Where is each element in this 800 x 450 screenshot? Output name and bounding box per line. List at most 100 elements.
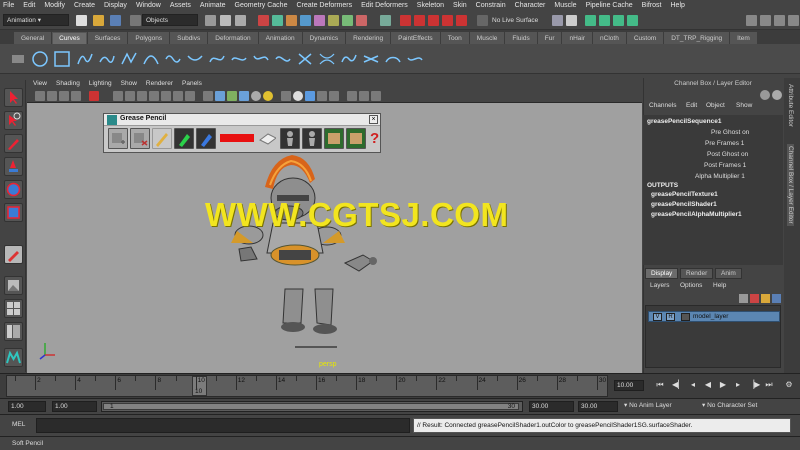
- make-live-icon[interactable]: [456, 15, 467, 26]
- hypershade-icon[interactable]: [627, 15, 638, 26]
- tab-anim[interactable]: Anim: [715, 268, 742, 279]
- shelf-tab-deformation[interactable]: Deformation: [208, 32, 258, 44]
- tool-settings-toggle-icon[interactable]: [774, 15, 785, 26]
- eraser-tool-icon[interactable]: [258, 128, 278, 149]
- step-forward-key-icon[interactable]: ▸: [733, 380, 743, 390]
- new-layer-icon[interactable]: [761, 294, 770, 303]
- safe-action-icon[interactable]: [173, 91, 183, 101]
- single-perspective-layout-icon[interactable]: [4, 276, 23, 295]
- cb-attr[interactable]: Post Frames 1: [704, 162, 746, 169]
- cb-menu-edit[interactable]: Edit: [686, 102, 697, 109]
- nurbs-square-icon[interactable]: [53, 50, 71, 68]
- shelf-tab-fluids[interactable]: Fluids: [505, 32, 537, 44]
- grease-pencil-toolbar-icon[interactable]: [89, 91, 99, 101]
- viewport-menu-panels[interactable]: Panels: [182, 80, 202, 87]
- selection-mask-icon[interactable]: [130, 15, 141, 26]
- shelf-tab-animation[interactable]: Animation: [258, 32, 302, 44]
- cb-output-node[interactable]: greasePencilTexture1: [651, 191, 718, 198]
- playback-end-field[interactable]: 30.00: [529, 401, 574, 412]
- lasso-tool-icon[interactable]: [4, 111, 23, 130]
- menu-animate[interactable]: Animate: [200, 2, 226, 9]
- reverse-curve-icon[interactable]: [274, 50, 292, 68]
- channel-box-tab[interactable]: Channel Box / Layer Editor: [787, 144, 794, 226]
- play-forwards-icon[interactable]: ▶: [718, 380, 728, 390]
- viewport-menu-show[interactable]: Show: [121, 80, 137, 87]
- shelf-tab-muscle[interactable]: Muscle: [469, 32, 505, 44]
- step-back-frame-icon[interactable]: ◀▏: [672, 380, 684, 390]
- textured-icon[interactable]: [239, 91, 249, 101]
- menu-edit-deformers[interactable]: Edit Deformers: [361, 2, 408, 9]
- shelf-tab-rendering[interactable]: Rendering: [346, 32, 391, 44]
- intersect-curve-icon[interactable]: [362, 50, 380, 68]
- attribute-editor-toggle-icon[interactable]: [760, 15, 771, 26]
- range-slider-track[interactable]: 1 30: [101, 401, 523, 412]
- gate-mask-icon[interactable]: [149, 91, 159, 101]
- menu-file[interactable]: File: [3, 2, 14, 9]
- delete-frame-icon[interactable]: [130, 128, 150, 149]
- menu-modify[interactable]: Modify: [44, 2, 65, 9]
- image-plane-icon[interactable]: [71, 91, 81, 101]
- play-backwards-icon[interactable]: ◀: [703, 380, 713, 390]
- arc-tool-icon[interactable]: [142, 50, 160, 68]
- use-all-lights-icon[interactable]: [251, 91, 261, 101]
- modeling-toolkit-icon[interactable]: [746, 15, 757, 26]
- field-chart-icon[interactable]: [161, 91, 171, 101]
- range-slider-handle[interactable]: 1 30: [103, 403, 519, 410]
- anim-layer-dropdown[interactable]: ▾ No Anim Layer: [622, 401, 702, 412]
- select-by-misc-icon[interactable]: [356, 15, 367, 26]
- le-menu-help[interactable]: Help: [713, 282, 726, 289]
- anti-aliasing-icon[interactable]: [317, 91, 327, 101]
- ep-curve-tool-icon[interactable]: [98, 50, 116, 68]
- open-scene-icon[interactable]: [93, 15, 104, 26]
- ghost-next-icon[interactable]: [302, 128, 322, 149]
- resolution-gate-icon[interactable]: [137, 91, 147, 101]
- soft-pencil-tool-icon[interactable]: [4, 245, 23, 264]
- shadows-icon[interactable]: [263, 91, 273, 101]
- cb-output-node[interactable]: greasePencilShader1: [651, 201, 717, 208]
- import-snapshot-icon[interactable]: [324, 128, 344, 149]
- viewport-menu-view[interactable]: View: [33, 80, 47, 87]
- cb-node-name[interactable]: greasePencilSequence1: [647, 118, 721, 125]
- le-menu-layers[interactable]: Layers: [650, 282, 670, 289]
- current-time-field[interactable]: 10.00: [614, 380, 644, 391]
- select-camera-icon[interactable]: [35, 91, 45, 101]
- menu-create[interactable]: Create: [74, 2, 95, 9]
- cb-attr[interactable]: Pre Ghost on: [711, 129, 749, 136]
- cb-menu-show[interactable]: Show: [736, 102, 752, 109]
- shelf-tab-painteffects[interactable]: PaintEffects: [391, 32, 440, 44]
- soft-pencil-button-icon[interactable]: [196, 128, 216, 149]
- command-language-label[interactable]: MEL: [12, 421, 25, 428]
- isolate-select-icon[interactable]: [347, 91, 357, 101]
- panel-help-icon[interactable]: [772, 90, 782, 100]
- help-icon[interactable]: ?: [368, 128, 380, 149]
- menu-create-deformers[interactable]: Create Deformers: [296, 2, 352, 9]
- viewport-menu-lighting[interactable]: Lighting: [89, 80, 112, 87]
- object-mode-icon[interactable]: [220, 15, 231, 26]
- curve-edit-tool-icon[interactable]: [406, 50, 424, 68]
- time-slider-track[interactable]: 10 2 4 6 8 10 12 14 16 18 20 22 24 26 28 30: [6, 375, 608, 397]
- ghost-previous-icon[interactable]: [280, 128, 300, 149]
- rotate-tool-icon[interactable]: [4, 180, 23, 199]
- cb-attr[interactable]: Alpha Multiplier 1: [695, 173, 745, 180]
- color-swatch[interactable]: [218, 128, 256, 149]
- cb-menu-channels[interactable]: Channels: [649, 102, 676, 109]
- shelf-tab-surfaces[interactable]: Surfaces: [87, 32, 128, 44]
- lock-selection-icon[interactable]: [380, 15, 391, 26]
- attach-curves-icon[interactable]: [164, 50, 182, 68]
- smooth-shade-icon[interactable]: [215, 91, 225, 101]
- shelf-tab-dynamics[interactable]: Dynamics: [302, 32, 346, 44]
- menu-character[interactable]: Character: [515, 2, 546, 9]
- step-forward-frame-icon[interactable]: ▕▶: [748, 380, 760, 390]
- nurbs-circle-icon[interactable]: [31, 50, 49, 68]
- panel-options-icon[interactable]: [760, 90, 770, 100]
- hierarchy-mode-icon[interactable]: [205, 15, 216, 26]
- render-settings-icon[interactable]: [613, 15, 624, 26]
- select-by-curve-icon[interactable]: [286, 15, 297, 26]
- project-curve-icon[interactable]: [384, 50, 402, 68]
- menu-skin[interactable]: Skin: [453, 2, 467, 9]
- menu-assets[interactable]: Assets: [170, 2, 191, 9]
- menu-pipeline-cache[interactable]: Pipeline Cache: [586, 2, 633, 9]
- selection-mask-dropdown[interactable]: Objects: [142, 14, 198, 26]
- select-by-deform-icon[interactable]: [314, 15, 325, 26]
- channel-box-toggle-icon[interactable]: [788, 15, 799, 26]
